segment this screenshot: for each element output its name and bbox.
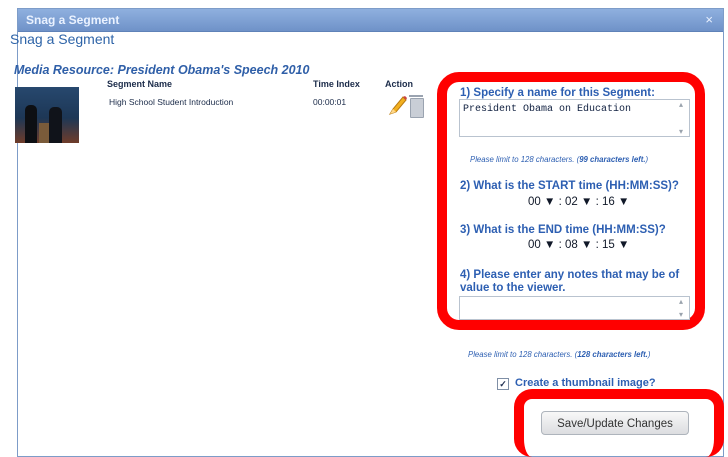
question-end-time: 3) What is the END time (HH:MM:SS)?	[460, 224, 666, 236]
start-hours-select[interactable]: 00 ▼	[528, 196, 555, 208]
trash-icon[interactable]	[409, 95, 424, 118]
pencil-icon[interactable]	[386, 94, 408, 118]
start-minutes-select[interactable]: 02 ▼	[565, 196, 592, 208]
media-resource-title: Media Resource: President Obama's Speech…	[14, 63, 310, 77]
start-seconds-select[interactable]: 16 ▼	[602, 196, 629, 208]
segment-name-value: President Obama on Education	[463, 104, 632, 115]
question-segment-name: 1) Specify a name for this Segment:	[460, 87, 655, 99]
column-header-action: Action	[385, 79, 413, 89]
name-limit-hint: Please limit to 128 characters. (99 char…	[470, 155, 649, 164]
page-heading: Snag a Segment	[10, 31, 115, 47]
dialog-titlebar[interactable]: Snag a Segment ×	[18, 9, 723, 32]
segment-name-scrollbar[interactable]	[679, 100, 687, 136]
question-start-time: 2) What is the START time (HH:MM:SS)?	[460, 180, 679, 192]
end-seconds-select[interactable]: 15 ▼	[602, 239, 629, 251]
end-hours-select[interactable]: 00 ▼	[528, 239, 555, 251]
segment-name-textarea[interactable]: President Obama on Education	[459, 99, 690, 137]
notes-scrollbar[interactable]	[679, 297, 687, 319]
start-time-selects: 00 ▼ : 02 ▼ : 16 ▼	[528, 196, 630, 208]
question-notes: 4) Please enter any notes that may be of…	[460, 269, 680, 294]
close-icon[interactable]: ×	[705, 12, 713, 27]
end-minutes-select[interactable]: 08 ▼	[565, 239, 592, 251]
end-time-selects: 00 ▼ : 08 ▼ : 15 ▼	[528, 239, 630, 251]
thumbnail-label: Create a thumbnail image?	[515, 377, 656, 389]
segment-name-cell[interactable]: High School Student Introduction	[109, 97, 233, 107]
dialog-title: Snag a Segment	[26, 13, 120, 27]
save-update-button[interactable]: Save/Update Changes	[541, 411, 689, 435]
time-index-cell: 00:00:01	[313, 97, 347, 107]
column-header-time-index: Time Index	[313, 79, 360, 89]
column-header-segment-name: Segment Name	[107, 79, 173, 89]
segment-thumbnail[interactable]	[15, 87, 79, 143]
notes-textarea[interactable]	[459, 296, 690, 320]
notes-limit-hint: Please limit to 128 characters. (128 cha…	[468, 350, 651, 359]
thumbnail-checkbox[interactable]: ✓	[497, 378, 509, 390]
